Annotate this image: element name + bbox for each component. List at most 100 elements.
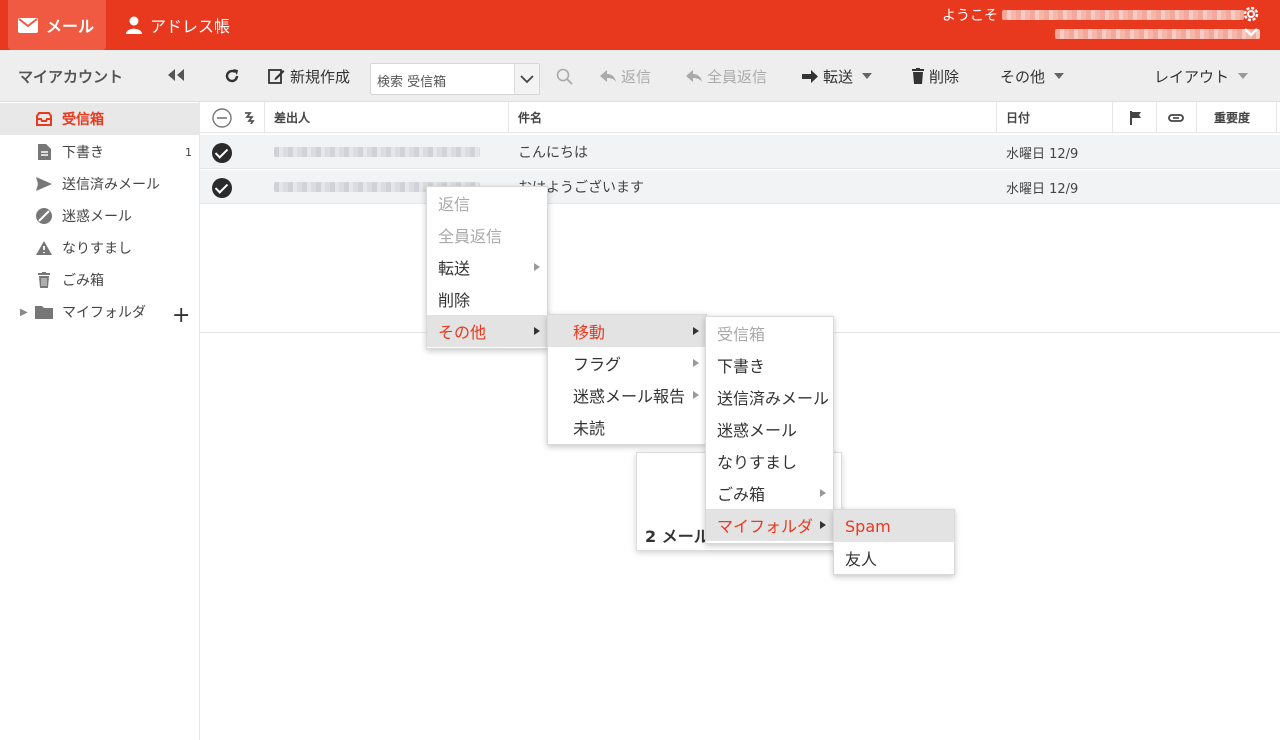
menu-item-move[interactable]: 移動 bbox=[548, 315, 706, 347]
sidebar-item-label: なりすまし bbox=[62, 241, 132, 257]
menu-item-label: その他 bbox=[438, 323, 487, 342]
message-list-header: 差出人 件名 日付 重要度 bbox=[200, 102, 1280, 133]
inbox-icon bbox=[34, 112, 54, 126]
collapse-icon[interactable] bbox=[166, 68, 186, 82]
column-subject[interactable]: 件名 bbox=[518, 102, 542, 133]
menu-item-forward[interactable]: 転送 bbox=[427, 251, 547, 283]
message-subject: こんにちは bbox=[518, 145, 588, 161]
expand-arrow-icon[interactable]: ▶ bbox=[20, 307, 28, 318]
message-date: 水曜日 12/9 bbox=[1006, 146, 1079, 162]
reply-label: 返信 bbox=[621, 67, 652, 86]
draft-icon bbox=[34, 144, 54, 160]
layout-button[interactable]: レイアウト bbox=[1154, 50, 1249, 102]
move-target-trash[interactable]: ごみ箱 bbox=[706, 477, 833, 509]
forward-dropdown-icon bbox=[862, 73, 873, 79]
more-dropdown-icon bbox=[1054, 73, 1065, 79]
chevron-down-icon bbox=[520, 75, 534, 84]
menu-item-label: ごみ箱 bbox=[717, 485, 766, 504]
submenu-arrow-icon bbox=[693, 327, 699, 335]
mail-tab[interactable]: メール bbox=[8, 0, 106, 50]
move-target-inbox[interactable]: 受信箱 bbox=[706, 317, 833, 349]
search-icon bbox=[556, 68, 573, 85]
folder-item-spam[interactable]: Spam bbox=[834, 510, 954, 542]
gear-icon[interactable] bbox=[1242, 5, 1260, 23]
column-flag[interactable] bbox=[1130, 102, 1142, 133]
user-address-obscured bbox=[1055, 29, 1260, 39]
move-target-myfolder[interactable]: マイフォルダ bbox=[706, 509, 833, 541]
menu-item-more[interactable]: その他 bbox=[427, 315, 547, 347]
column-date[interactable]: 日付 bbox=[1006, 102, 1030, 133]
delete-label: 削除 bbox=[929, 67, 960, 86]
sidebar-item-spoofing[interactable]: なりすまし bbox=[0, 232, 200, 264]
submenu-arrow-icon bbox=[820, 521, 826, 529]
move-target-spam[interactable]: 迷惑メール bbox=[706, 413, 833, 445]
column-from[interactable]: 差出人 bbox=[274, 102, 310, 133]
thread-toggle[interactable] bbox=[244, 102, 256, 133]
add-folder-icon[interactable]: + bbox=[172, 303, 190, 328]
move-target-sent[interactable]: 送信済みメール bbox=[706, 381, 833, 413]
user-email-obscured bbox=[1002, 10, 1244, 20]
menu-item-delete[interactable]: 削除 bbox=[427, 283, 547, 315]
table-row[interactable]: こんにちは 水曜日 12/9 bbox=[200, 135, 1280, 169]
sidebar-item-label: 迷惑メール bbox=[62, 209, 132, 225]
column-separator bbox=[996, 102, 997, 133]
select-all-toggle[interactable] bbox=[212, 102, 232, 133]
sidebar-item-sent[interactable]: 送信済みメール bbox=[0, 168, 200, 200]
selected-check-icon[interactable] bbox=[212, 143, 232, 163]
sidebar-item-label: 受信箱 bbox=[62, 112, 104, 128]
layout-dropdown-icon bbox=[1238, 73, 1249, 79]
table-row[interactable]: おはようございます 水曜日 12/9 bbox=[200, 170, 1280, 204]
chevron-down-icon[interactable] bbox=[1243, 26, 1259, 38]
more-button[interactable]: その他 bbox=[1000, 50, 1065, 102]
search-button[interactable] bbox=[556, 50, 573, 102]
menu-item-label: 転送 bbox=[438, 259, 471, 278]
reply-icon bbox=[600, 69, 616, 82]
thread-icon bbox=[245, 111, 255, 124]
move-target-spoofing[interactable]: なりすまし bbox=[706, 445, 833, 477]
menu-item-label: フラグ bbox=[573, 355, 622, 374]
attachment-icon bbox=[1168, 113, 1184, 122]
sidebar-item-label: マイフォルダ bbox=[62, 305, 146, 321]
address-book-label: アドレス帳 bbox=[150, 17, 231, 36]
new-message-button[interactable]: 新規作成 bbox=[268, 50, 350, 102]
search-options-button[interactable] bbox=[514, 64, 539, 94]
address-book-tab[interactable]: アドレス帳 bbox=[126, 0, 230, 50]
top-bar: メール アドレス帳 ようこそ bbox=[0, 0, 1280, 50]
sidebar-item-inbox[interactable]: 受信箱 bbox=[0, 103, 200, 135]
trash-icon bbox=[912, 68, 924, 84]
delete-button[interactable]: 削除 bbox=[912, 50, 959, 102]
flag-icon bbox=[1130, 110, 1141, 125]
submenu-arrow-icon bbox=[534, 327, 540, 335]
more-submenu: 移動 フラグ 迷惑メール報告 未読 bbox=[547, 314, 707, 445]
sidebar-item-drafts[interactable]: 下書き 1 bbox=[0, 136, 200, 168]
selected-check-icon[interactable] bbox=[212, 178, 232, 198]
column-attachment[interactable] bbox=[1168, 102, 1184, 133]
more-label: その他 bbox=[1000, 67, 1046, 86]
column-separator bbox=[1156, 102, 1157, 133]
menu-item-report-spam[interactable]: 迷惑メール報告 bbox=[562, 379, 706, 411]
sidebar-item-spam[interactable]: 迷惑メール bbox=[0, 200, 200, 232]
spam-icon bbox=[34, 208, 54, 224]
warning-icon bbox=[34, 241, 54, 255]
person-icon bbox=[126, 16, 142, 34]
reply-all-icon bbox=[686, 69, 702, 82]
menu-item-reply-all[interactable]: 全員返信 bbox=[427, 219, 547, 251]
move-target-drafts[interactable]: 下書き bbox=[706, 349, 833, 381]
refresh-button[interactable] bbox=[224, 50, 240, 102]
forward-icon bbox=[802, 69, 818, 83]
menu-item-flag[interactable]: フラグ bbox=[562, 347, 706, 379]
menu-item-reply[interactable]: 返信 bbox=[427, 187, 547, 219]
menu-item-unread[interactable]: 未読 bbox=[562, 411, 706, 443]
forward-button[interactable]: 転送 bbox=[802, 50, 873, 102]
welcome-text: ようこそ bbox=[942, 5, 1244, 25]
folder-item-friends[interactable]: 友人 bbox=[834, 542, 954, 574]
column-priority[interactable]: 重要度 bbox=[1214, 102, 1250, 133]
column-separator bbox=[1196, 102, 1197, 133]
account-title: マイアカウント bbox=[18, 68, 124, 86]
reply-all-button[interactable]: 全員返信 bbox=[686, 50, 767, 102]
myfolder-submenu: Spam 友人 bbox=[833, 509, 955, 575]
sidebar-item-trash[interactable]: ごみ箱 bbox=[0, 264, 200, 296]
reply-button[interactable]: 返信 bbox=[600, 50, 651, 102]
sidebar-item-myfolder[interactable]: ▶ マイフォルダ bbox=[0, 296, 200, 328]
context-menu: 返信 全員返信 転送 削除 その他 bbox=[426, 186, 548, 349]
